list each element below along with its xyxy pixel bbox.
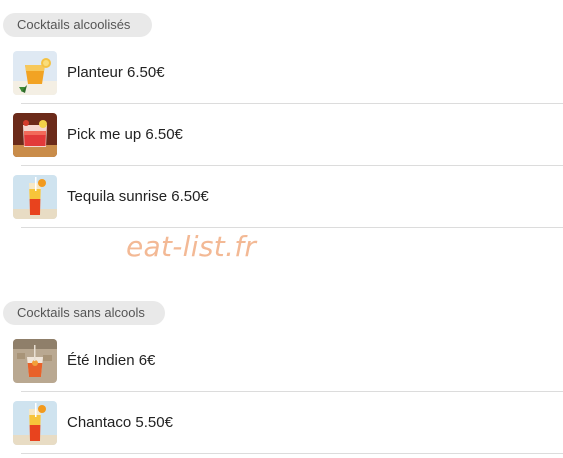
planteur-cocktail-icon <box>13 51 57 95</box>
menu-item-chantaco[interactable]: Chantaco 5.50€ <box>0 392 563 454</box>
menu-item-planteur[interactable]: Planteur 6.50€ <box>0 42 563 104</box>
chantaco-cocktail-icon <box>13 401 57 445</box>
tequila-sunrise-cocktail-icon <box>13 175 57 219</box>
menu-item-pick-me-up[interactable]: Pick me up 6.50€ <box>0 104 563 166</box>
menu-item-tequila-sunrise[interactable]: Tequila sunrise 6.50€ <box>0 166 563 228</box>
menu-item-label: Tequila sunrise 6.50€ <box>67 188 209 205</box>
watermark: eat-list.fr <box>126 230 257 263</box>
divider <box>21 227 563 228</box>
menu-page: Cocktails alcoolisés Planteur 6.50€ Pick… <box>0 0 563 458</box>
ete-indien-cocktail-icon <box>13 339 57 383</box>
menu-item-label: Pick me up 6.50€ <box>67 126 183 143</box>
menu-item-ete-indien[interactable]: Été Indien 6€ <box>0 330 563 392</box>
section-title-alcoholic: Cocktails alcoolisés <box>3 13 152 37</box>
divider <box>21 453 563 454</box>
menu-item-label: Chantaco 5.50€ <box>67 414 173 431</box>
pick-me-up-cocktail-icon <box>13 113 57 157</box>
menu-item-label: Planteur 6.50€ <box>67 64 165 81</box>
section-title-non-alcoholic: Cocktails sans alcools <box>3 301 165 325</box>
menu-item-label: Été Indien 6€ <box>67 352 156 369</box>
